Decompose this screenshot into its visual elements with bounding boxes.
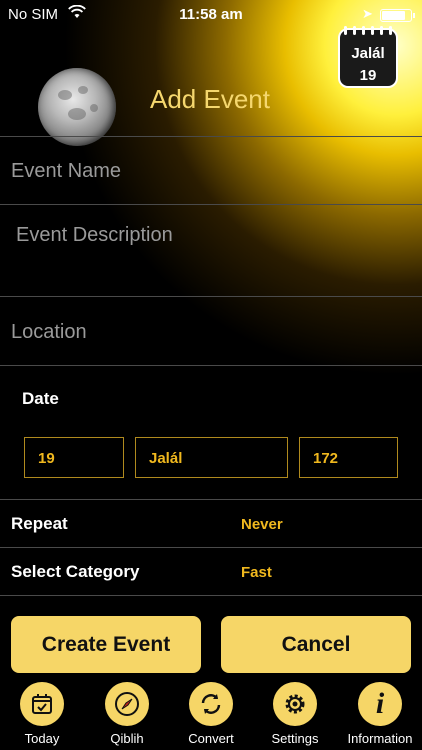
divider [0,204,422,205]
divider [0,365,422,366]
event-description-input[interactable]: Event Description [16,224,173,247]
divider [0,595,422,596]
calendar-date-button[interactable]: Jalál 19 [338,26,398,88]
refresh-icon [189,682,233,726]
date-month-field[interactable]: Jalál [135,437,288,478]
tab-label: Convert [188,731,234,746]
page-title: Add Event [150,84,270,114]
compass-icon [105,682,149,726]
status-time: 11:58 am [179,6,243,23]
battery-icon [380,9,415,22]
repeat-label: Repeat [11,514,68,533]
tab-settings[interactable]: Settings [253,682,337,746]
divider [0,136,422,137]
create-event-button[interactable]: Create Event [11,616,201,673]
moon-icon [38,68,116,146]
date-year-field[interactable]: 172 [299,437,398,478]
category-value-selector[interactable]: Fast [241,564,272,581]
location-arrow-icon: ➤ [362,6,373,21]
cancel-button[interactable]: Cancel [221,616,411,673]
gear-icon [273,682,317,726]
tab-label: Settings [271,731,319,746]
category-label: Select Category [11,562,140,581]
calendar-month-label: Jalál [351,45,385,62]
location-input[interactable]: Location [11,321,87,344]
tab-qiblih[interactable]: Qiblih [85,682,169,746]
tab-label: Qiblih [110,731,144,746]
calendar-check-icon [20,682,64,726]
date-day-field[interactable]: 19 [24,437,124,478]
tab-today[interactable]: Today [0,682,84,746]
info-icon: i [358,682,402,726]
tab-convert[interactable]: Convert [169,682,253,746]
calendar-rings-icon [344,26,392,35]
tab-label: Information [347,731,413,746]
tab-information[interactable]: i Information [338,682,422,746]
divider [0,296,422,297]
divider [0,499,422,500]
event-name-input[interactable]: Event Name [11,160,121,183]
tab-label: Today [24,731,60,746]
calendar-day-label: 19 [359,67,377,84]
repeat-value-selector[interactable]: Never [241,516,283,533]
date-label: Date [22,389,59,408]
divider [0,547,422,548]
